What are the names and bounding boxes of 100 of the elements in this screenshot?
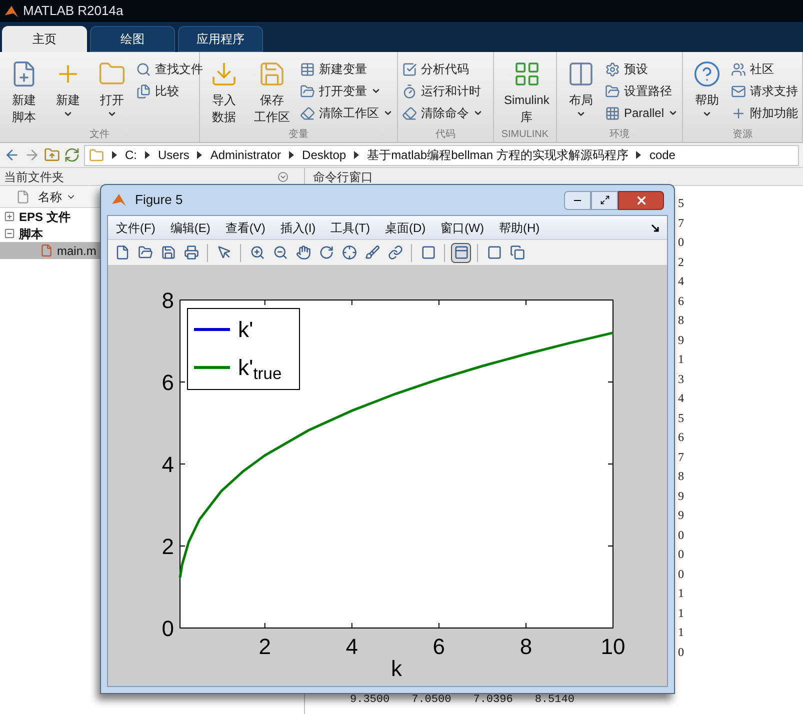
tick-label: 4 bbox=[346, 634, 358, 659]
ribbon-button[interactable]: 请求支持 bbox=[731, 80, 798, 102]
mail-icon bbox=[731, 84, 746, 98]
output-digit: 4 bbox=[678, 273, 684, 290]
output-digit: 1 bbox=[678, 604, 684, 622]
ribbon-button[interactable]: 帮助 bbox=[687, 56, 727, 119]
separator-icon bbox=[289, 151, 294, 159]
section-label: 文件 bbox=[90, 130, 110, 140]
file-name: main.m bbox=[57, 242, 96, 260]
ribbon-button[interactable]: 新建 bbox=[48, 56, 88, 119]
close-button[interactable] bbox=[618, 190, 664, 210]
output-digit: 0 bbox=[678, 566, 684, 582]
path-segment[interactable]: Desktop bbox=[302, 146, 346, 164]
ribbon-button[interactable]: 查找文件 bbox=[136, 58, 203, 80]
ribbon-button[interactable]: 保存 工作区 bbox=[248, 56, 296, 126]
maximize-icon bbox=[600, 195, 610, 205]
separator-icon bbox=[112, 151, 117, 159]
address-field[interactable]: C: Users Administrator Desktop 基于matlab编程bellman 方程的实现求解源码程序 code bbox=[84, 144, 799, 166]
toolbar-button[interactable] bbox=[451, 242, 471, 262]
separator-icon bbox=[636, 151, 642, 159]
ribbon-tab[interactable]: 绘图 bbox=[90, 26, 175, 52]
maximize-button[interactable] bbox=[591, 190, 618, 210]
refresh-icon[interactable] bbox=[64, 147, 80, 163]
back-icon[interactable] bbox=[4, 147, 20, 163]
tick-label: 10 bbox=[600, 634, 626, 659]
ribbon-button[interactable]: Simulink 库 bbox=[498, 56, 556, 126]
timer-icon bbox=[402, 84, 417, 98]
axis-label: k bbox=[391, 656, 402, 681]
menu-item[interactable]: 文件(F) bbox=[116, 218, 156, 236]
menu-item[interactable]: 查看(V) bbox=[225, 218, 266, 236]
output-digit: 0 bbox=[678, 644, 684, 660]
tree-row[interactable]: EPS 文件 bbox=[0, 208, 74, 225]
folder-icon bbox=[300, 84, 315, 98]
ribbon-tab[interactable]: 应用程序 bbox=[178, 26, 263, 52]
section-label: 变量 bbox=[288, 130, 308, 140]
ribbon-button[interactable]: 新建变量 bbox=[300, 58, 393, 80]
output-digit: 6 bbox=[678, 292, 684, 310]
path-segment[interactable]: 基于matlab编程bellman 方程的实现求解源码程序 bbox=[367, 146, 628, 164]
output-digit: 8 bbox=[678, 468, 684, 485]
menu-item[interactable]: 帮助(H) bbox=[498, 218, 540, 236]
output-value: 9.3500 bbox=[350, 693, 390, 708]
output-digit: 9 bbox=[678, 507, 684, 524]
close-icon bbox=[634, 194, 648, 206]
ribbon-tab[interactable]: 主页 bbox=[2, 26, 87, 52]
search-icon bbox=[136, 62, 151, 76]
ribbon-button[interactable]: 导入 数据 bbox=[204, 56, 244, 126]
output-digit: 7 bbox=[678, 448, 684, 466]
layout-icon bbox=[566, 60, 595, 88]
ribbon-button[interactable]: 新建 脚本 bbox=[4, 56, 44, 126]
ribbon-button[interactable]: 清除命令 bbox=[402, 102, 483, 124]
menu-item[interactable]: 工具(T) bbox=[330, 218, 370, 236]
collapse-icon[interactable] bbox=[4, 228, 15, 239]
ribbon-button[interactable]: 清除工作区 bbox=[300, 102, 393, 124]
download-icon bbox=[210, 60, 238, 88]
ribbon-button[interactable]: 布局 bbox=[560, 56, 601, 119]
tree-label: 脚本 bbox=[19, 226, 43, 242]
ribbon-button[interactable]: 比较 bbox=[136, 80, 203, 102]
tick-label: 2 bbox=[258, 634, 271, 659]
output-digit: 2 bbox=[678, 254, 684, 270]
output-digit: 5 bbox=[678, 195, 684, 212]
column-header[interactable]: 名称 bbox=[38, 188, 76, 206]
folder-icon bbox=[604, 84, 620, 98]
ribbon-button[interactable]: 运行和计时 bbox=[402, 80, 483, 102]
open-folder-icon bbox=[138, 245, 152, 260]
menu-item[interactable]: 桌面(D) bbox=[384, 218, 426, 236]
new-file-icon bbox=[114, 245, 130, 260]
crosshair-icon bbox=[342, 245, 356, 260]
separator-icon bbox=[197, 151, 202, 159]
tree-label: EPS 文件 bbox=[19, 208, 70, 226]
menu-item[interactable]: 插入(I) bbox=[280, 218, 316, 236]
ribbon-button[interactable]: 分析代码 bbox=[402, 58, 483, 80]
menu-item[interactable]: 编辑(E) bbox=[170, 218, 210, 236]
ribbon-button[interactable]: 打开 bbox=[92, 56, 132, 119]
tick-label: 6 bbox=[432, 634, 446, 659]
settings-icon bbox=[604, 62, 620, 76]
ribbon-button[interactable]: 附加功能 bbox=[731, 102, 798, 124]
panel-menu-icon[interactable] bbox=[278, 172, 288, 182]
folder-up-icon[interactable] bbox=[44, 147, 60, 163]
tick-label: 6 bbox=[162, 370, 174, 395]
output-digit: 9 bbox=[678, 332, 684, 348]
path-segment[interactable]: C: bbox=[125, 146, 137, 164]
separator-icon bbox=[354, 151, 360, 159]
path-segment[interactable]: Administrator bbox=[210, 146, 282, 164]
file-row[interactable]: main.m bbox=[0, 242, 100, 259]
expand-icon[interactable] bbox=[4, 211, 15, 222]
section-label: SIMULINK bbox=[501, 130, 549, 140]
menu-item[interactable]: 窗口(W) bbox=[440, 218, 484, 236]
ribbon-button[interactable]: 社区 bbox=[731, 58, 798, 80]
path-segment[interactable]: Users bbox=[158, 146, 190, 164]
tree-row[interactable]: 脚本 bbox=[0, 225, 47, 242]
output-digit: 7 bbox=[678, 214, 684, 232]
ribbon-button[interactable]: 打开变量 bbox=[300, 80, 393, 102]
dock-arrow-icon[interactable] bbox=[651, 224, 659, 232]
ribbon-button[interactable]: 设置路径 bbox=[604, 80, 678, 102]
path-segment[interactable]: code bbox=[649, 146, 676, 164]
ribbon-button[interactable]: 预设 bbox=[604, 58, 678, 80]
pointer-icon bbox=[216, 245, 232, 260]
section-label: 资源 bbox=[732, 130, 752, 140]
grid-icon bbox=[604, 106, 620, 120]
ribbon-button[interactable]: Parallel bbox=[604, 102, 678, 124]
